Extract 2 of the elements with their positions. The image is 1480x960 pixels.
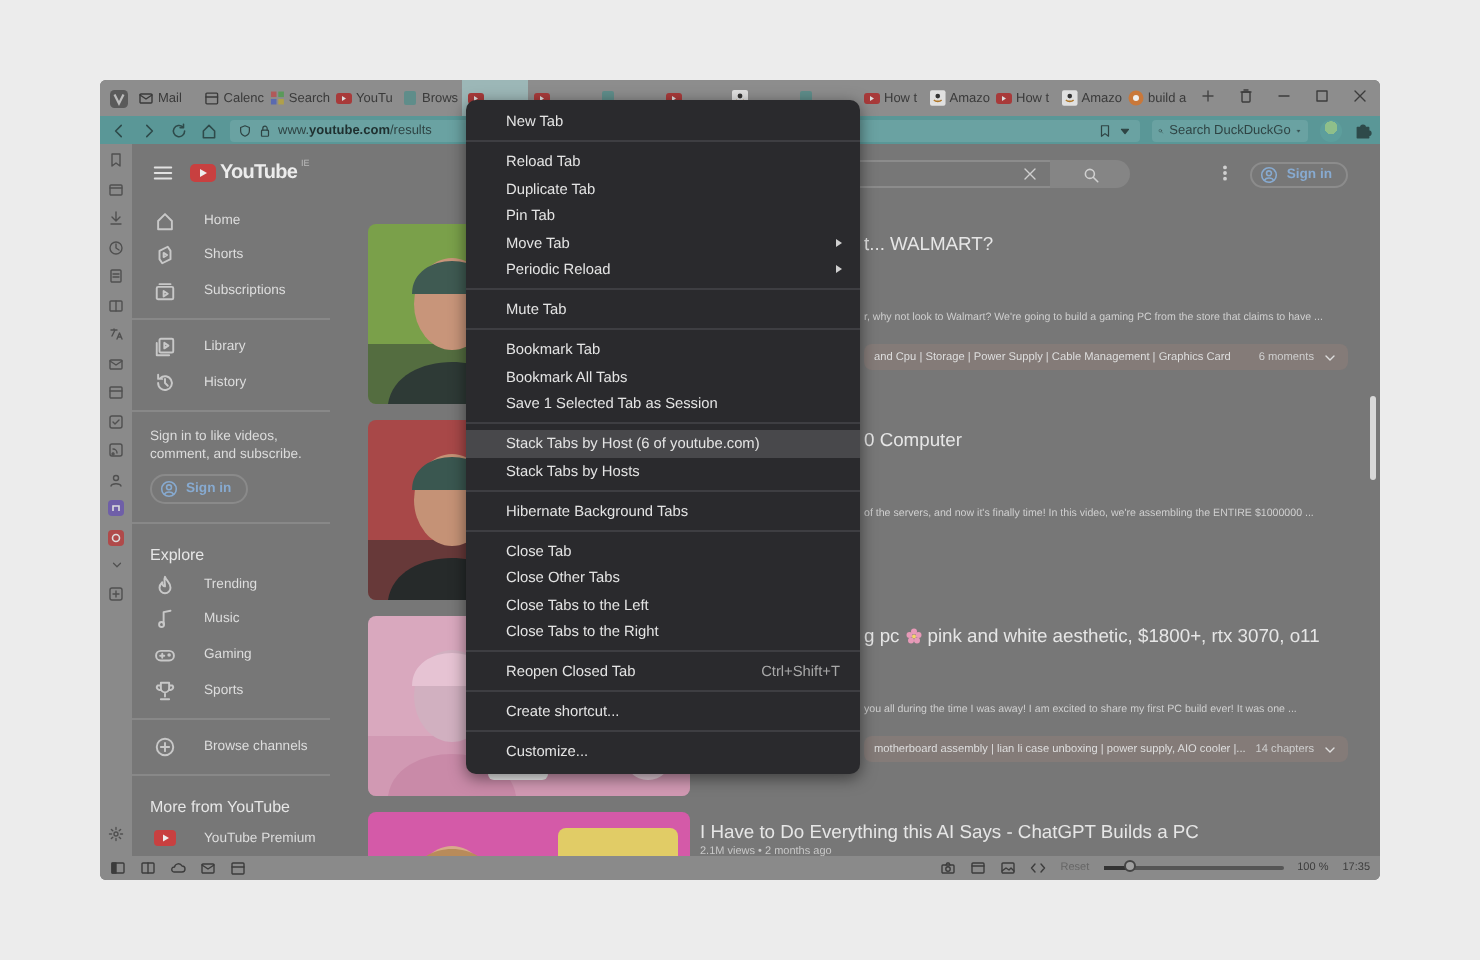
section-heading: More from YouTube bbox=[148, 796, 292, 821]
section-heading: Explore bbox=[148, 543, 207, 568]
